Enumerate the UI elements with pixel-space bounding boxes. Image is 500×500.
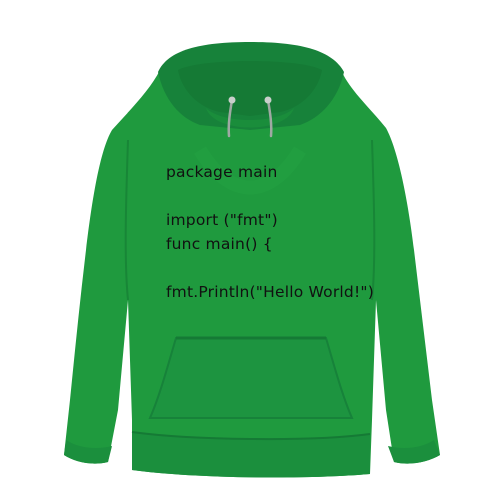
print-line-func: func main() { [166, 235, 273, 253]
hoodie-print-text: package main import ("fmt") func main() … [166, 160, 406, 304]
print-line-import: import ("fmt") [166, 211, 278, 229]
print-line-blank-2 [166, 256, 406, 280]
grommet-left [228, 96, 236, 104]
print-line-println: fmt.Println("Hello World!") [166, 283, 374, 301]
kangaroo-pocket [148, 337, 354, 419]
grommet-right [264, 96, 272, 104]
print-line-blank-1 [166, 184, 406, 208]
product-image: package main import ("fmt") func main() … [0, 0, 500, 500]
print-line-package: package main [166, 163, 278, 181]
